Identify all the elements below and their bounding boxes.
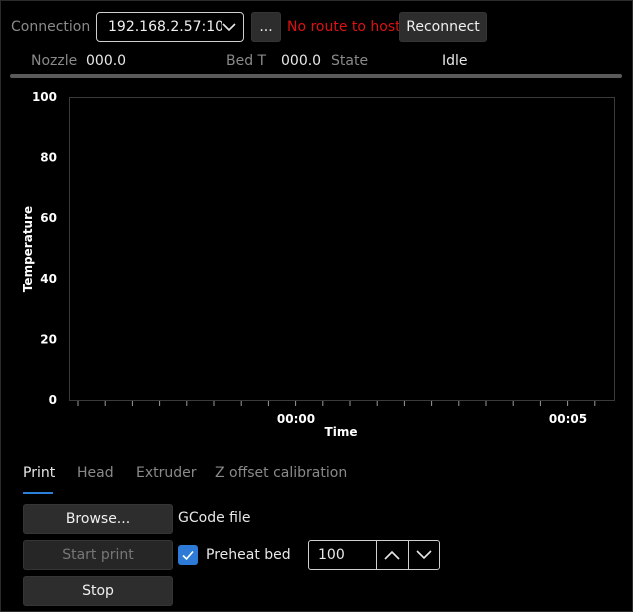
nozzle-value: 000.0 <box>86 53 127 69</box>
start-print-button[interactable]: Start print <box>23 540 173 570</box>
nozzle-label: Nozzle <box>31 53 78 69</box>
y-tick-label: 100 <box>32 90 57 104</box>
chevron-down-icon[interactable] <box>409 541 439 569</box>
y-axis-label: Temperature <box>21 206 35 292</box>
reconnect-button[interactable]: Reconnect <box>399 12 487 42</box>
y-tick-label: 60 <box>40 211 57 225</box>
plot-area <box>69 97 615 401</box>
x-tick-label: 00:00 <box>277 412 315 426</box>
connection-label: Connection <box>11 19 91 35</box>
status-separator <box>10 74 622 78</box>
more-options-button[interactable]: ... <box>251 12 281 42</box>
chevron-down-icon <box>221 20 237 38</box>
state-value: Idle <box>442 53 468 69</box>
preheat-bed-checkbox[interactable] <box>178 545 198 565</box>
y-tick-label: 0 <box>49 393 57 407</box>
host-value: 192.168.2.57:100 <box>108 19 222 35</box>
tab-head[interactable]: Head <box>77 465 114 481</box>
stop-button[interactable]: Stop <box>23 576 173 606</box>
x-axis-label: Time <box>325 425 358 439</box>
x-tick-label: 00:05 <box>549 412 587 426</box>
y-tick-label: 40 <box>40 272 57 286</box>
browse-button[interactable]: Browse... <box>23 504 173 534</box>
tab-extruder[interactable]: Extruder <box>136 465 197 481</box>
bed-temp-value: 000.0 <box>281 53 322 69</box>
temperature-chart: 100 80 60 40 20 0 00:00 00:05 Temperature Time <box>21 90 615 439</box>
state-label: State <box>331 53 369 69</box>
gcode-file-label: GCode file <box>178 510 251 526</box>
connection-error: No route to host <box>287 19 401 35</box>
y-tick-label: 80 <box>40 151 57 165</box>
bed-temp-spinbox[interactable]: 100 <box>308 540 440 570</box>
tab-print[interactable]: Print <box>23 465 55 481</box>
active-tab-indicator <box>23 492 53 494</box>
bed-temp-label: Bed T <box>226 53 267 69</box>
preheat-bed-label: Preheat bed <box>206 547 291 563</box>
y-tick-label: 20 <box>40 332 57 346</box>
checkmark-icon <box>182 550 194 561</box>
chevron-up-icon[interactable] <box>377 541 409 569</box>
tab-z-offset-calibration[interactable]: Z offset calibration <box>215 465 347 481</box>
host-combobox[interactable]: 192.168.2.57:100 <box>96 12 244 42</box>
bed-temp-input[interactable]: 100 <box>309 541 378 569</box>
